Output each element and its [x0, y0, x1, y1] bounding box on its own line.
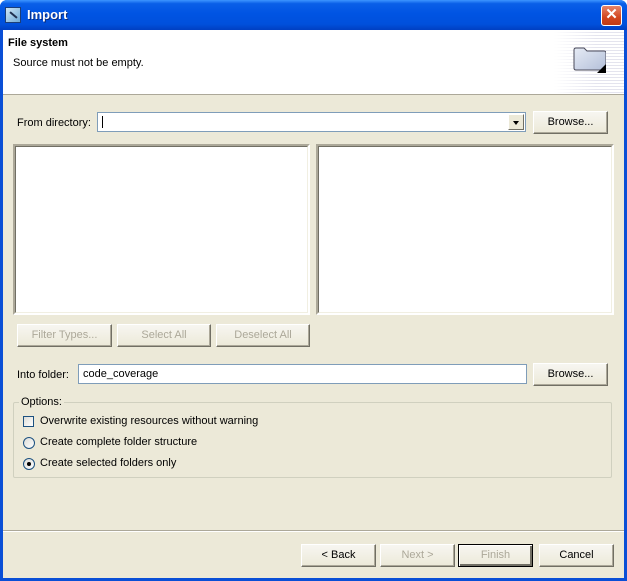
browse-source-button[interactable]: Browse...: [533, 111, 608, 134]
close-button[interactable]: ✕: [601, 5, 622, 26]
deselect-all-button[interactable]: Deselect All: [216, 324, 310, 347]
into-folder-label: Into folder:: [17, 369, 69, 381]
select-all-button[interactable]: Select All: [117, 324, 211, 347]
folder-icon: [573, 47, 606, 73]
into-folder-input[interactable]: [78, 364, 527, 384]
close-icon: ✕: [605, 6, 618, 23]
import-dialog: Import ✕ File system Source must not be …: [0, 0, 627, 581]
create-selected-folders-radio[interactable]: Create selected folders only: [23, 457, 323, 473]
checkbox-unchecked-icon[interactable]: [23, 416, 34, 427]
window-title: Import: [27, 7, 68, 22]
radio-unselected-icon[interactable]: [23, 437, 35, 449]
import-wizard-icon: [5, 7, 21, 23]
overwrite-checkbox[interactable]: Overwrite existing resources without war…: [23, 415, 323, 431]
chevron-down-icon[interactable]: [508, 114, 524, 130]
finish-button[interactable]: Finish: [458, 544, 533, 567]
next-button[interactable]: Next >: [380, 544, 455, 567]
create-complete-structure-radio[interactable]: Create complete folder structure: [23, 436, 323, 452]
from-directory-combo[interactable]: [97, 112, 526, 132]
options-group: Options: Overwrite existing resources wi…: [13, 396, 612, 478]
wizard-header: File system Source must not be empty.: [3, 30, 624, 95]
file-list-panel[interactable]: [316, 144, 614, 315]
page-title: File system: [8, 37, 68, 49]
from-directory-label: From directory:: [17, 117, 91, 129]
dialog-body: File system Source must not be empty. Fr…: [3, 30, 624, 578]
title-bar[interactable]: Import ✕: [0, 0, 627, 30]
radio-selected-icon[interactable]: [23, 458, 35, 470]
footer-separator: [3, 530, 624, 532]
browse-destination-button[interactable]: Browse...: [533, 363, 608, 386]
folder-tree-panel[interactable]: [13, 144, 310, 315]
error-message: Source must not be empty.: [13, 57, 144, 69]
cancel-button[interactable]: Cancel: [539, 544, 614, 567]
options-legend: Options:: [19, 396, 64, 408]
back-button[interactable]: < Back: [301, 544, 376, 567]
filter-types-button[interactable]: Filter Types...: [17, 324, 112, 347]
text-cursor: [102, 116, 103, 128]
